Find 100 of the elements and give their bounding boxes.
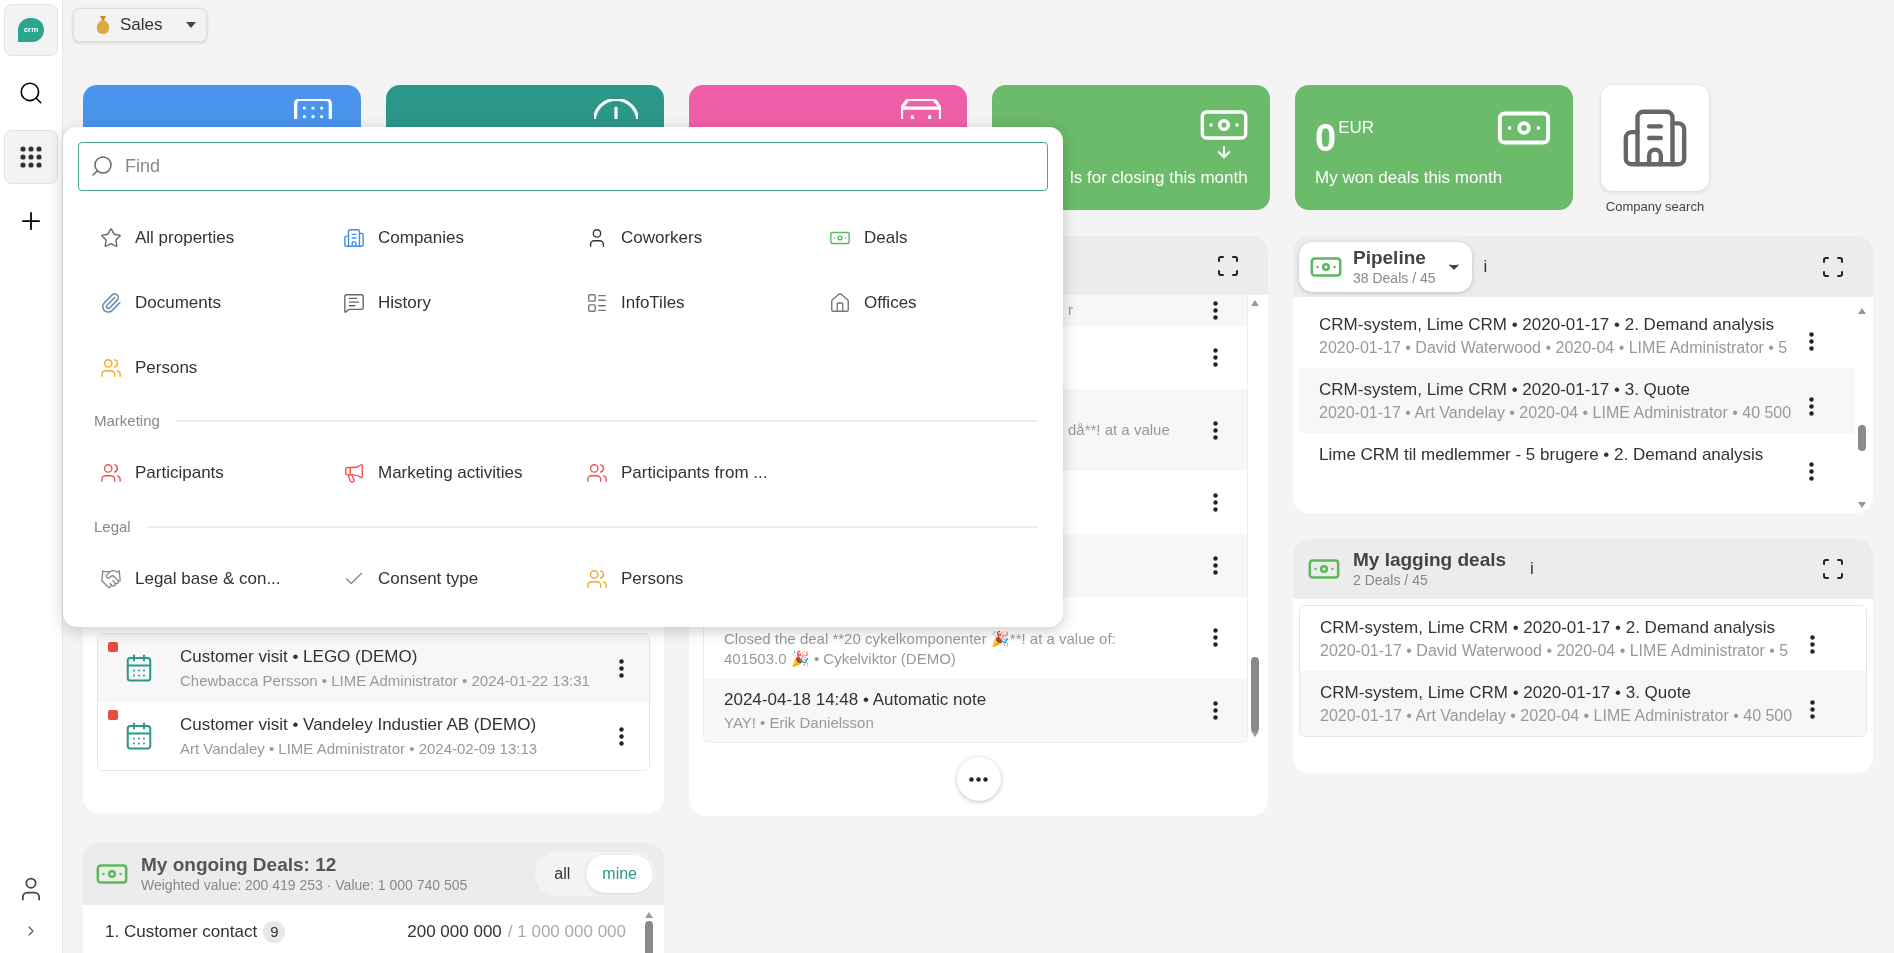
kebab-icon [1212, 301, 1218, 320]
panel-subtitle: Weighted value: 200 419 253 · Value: 1 000 740 505 [141, 877, 468, 895]
scrollbar-thumb[interactable] [1251, 657, 1259, 732]
kebab-icon [618, 726, 624, 746]
grid-icon [19, 145, 43, 169]
deal-row[interactable]: CRM-system, Lime CRM • 2020-01-17 • 3. Quote 2020-01-17 • Art Vandelay • 2020-04 • LIME Administrator • 40 500 [1300, 671, 1866, 736]
row-title: CRM-system, Lime CRM • 2020-01-17 • 2. Demand analysis [1320, 617, 1776, 639]
pipeline-dropdown[interactable]: Pipeline 38 Deals / 45 [1299, 241, 1472, 292]
info-label: i [1530, 558, 1534, 581]
menu-item[interactable]: Coworkers [564, 211, 807, 276]
caret-icon [184, 21, 197, 29]
kebab-icon [1212, 348, 1218, 367]
menu-item[interactable]: Companies [321, 211, 564, 276]
row-title: Customer visit • Vandeley Industier AB (DEMO) [180, 714, 538, 736]
filter-toggle[interactable]: mine [586, 855, 653, 893]
scrollbar-thumb[interactable] [645, 921, 653, 953]
row-title: CRM-system, Lime CRM • 2020-01-17 • 3. Quote [1319, 379, 1691, 401]
stage-label: 1. Customer contact [105, 921, 258, 943]
row-title: Lime CRM til medlemmer - 5 brugere • 2. Demand analysis [1319, 444, 1765, 466]
panel-title: My ongoing Deals: 12 [141, 853, 338, 878]
card-label: ls for closing this month [1070, 166, 1248, 189]
building-icon [343, 226, 365, 249]
row-title: CRM-system, Lime CRM • 2020-01-17 • 3. Quote [1320, 682, 1692, 704]
card-value: 0 [1315, 118, 1337, 157]
kebab-icon [1212, 556, 1218, 575]
kebab-icon [1808, 396, 1814, 416]
row-subtitle: Art Vandaley • LIME Administrator • 2024-02-09 13:13 [180, 738, 539, 759]
row-title: CRM-system, Lime CRM • 2020-01-17 • 2. Demand analysis [1319, 314, 1775, 336]
scroll-down-icon [1250, 730, 1260, 738]
row-subtitle: 2020-01-17 • Art Vandelay • 2020-04 • LIME Administrator • 40 500 [1320, 706, 1794, 726]
stage-value: 200 000 000 [407, 921, 502, 943]
message-icon [343, 291, 365, 314]
more-items-button[interactable] [956, 757, 1001, 801]
kebab-icon [1212, 420, 1218, 440]
row-subtitle: YAY! • Erik Danielsson [724, 713, 875, 733]
scrollbar-thumb[interactable] [1858, 425, 1866, 451]
row-subtitle: Chewbacca Persson • LIME Administrator • 2024-01-22 13:31 [180, 670, 591, 691]
fullscreen-icon [1216, 253, 1240, 278]
menu-item[interactable]: Documents [78, 276, 321, 341]
paperclip-icon [100, 291, 122, 314]
filter-toggle[interactable]: all [538, 855, 587, 893]
fullscreen-icon [1821, 557, 1845, 581]
ellipsis-icon [969, 776, 988, 782]
scroll-up-icon [1857, 307, 1867, 315]
calendar-icon [124, 653, 154, 683]
kebab-icon [618, 658, 624, 678]
kebab-icon [1809, 634, 1815, 654]
row-subtitle: 2020-01-17 • Art Vandelay • 2020-04 • LIME Administrator • 40 500 [1319, 403, 1793, 423]
menu-item[interactable]: Marketing activities [321, 446, 564, 512]
menu-item[interactable]: Participants [78, 446, 321, 512]
deal-count: 2 Deals / 45 [1353, 572, 1429, 590]
kebab-icon [1212, 701, 1218, 720]
menu-item[interactable]: Deals [807, 211, 1050, 276]
info-label: i [1483, 255, 1488, 278]
fullscreen-button[interactable] [1821, 557, 1845, 581]
panel-title: My lagging deals [1353, 548, 1507, 573]
list-icon [586, 291, 608, 314]
menu-item[interactable]: Offices [807, 276, 1050, 341]
kebab-icon [1212, 493, 1218, 512]
menu-item[interactable]: Legal base & con... [78, 552, 321, 617]
fullscreen-button[interactable] [1821, 254, 1845, 279]
kebab-icon [1808, 331, 1814, 351]
search-icon [18, 80, 44, 106]
history-row[interactable]: 2024-04-18 14:48 • Automatic note YAY! • Erik Danielsson [704, 679, 1247, 742]
card-label: My won deals this month [1315, 166, 1504, 189]
calendar-icon [124, 721, 154, 751]
fullscreen-button[interactable] [1216, 253, 1240, 278]
people-icon [100, 462, 122, 484]
menu-item[interactable]: Consent type [321, 552, 564, 617]
company-search-button[interactable] [1601, 85, 1709, 191]
menu-item[interactable]: History [321, 276, 564, 341]
view-selector[interactable]: Sales [73, 8, 207, 42]
house-icon [829, 291, 851, 314]
row-title: 2024-04-18 14:48 • Automatic note [724, 688, 988, 711]
megaphone-icon [343, 462, 365, 484]
kebab-icon [1212, 627, 1218, 647]
find-field[interactable]: Find [78, 142, 1048, 191]
row-subtitle: r [1068, 300, 1073, 321]
app-logo: crm [18, 18, 44, 42]
row-subtitle: då**! at a value [1068, 419, 1170, 440]
apps-button[interactable] [4, 130, 58, 184]
stage-total: / 1 000 000 000 [507, 921, 626, 943]
count-badge: 9 [263, 920, 286, 943]
card-unit: EUR [1338, 116, 1375, 139]
activity-row[interactable]: Customer visit • LEGO (DEMO) Chewbacca Persson • LIME Administrator • 2024-01-22 13:31 [98, 634, 649, 702]
people-icon [586, 462, 608, 484]
clock-icon [594, 99, 638, 119]
menu-item[interactable]: Persons [78, 341, 321, 406]
scroll-down-icon [1857, 501, 1867, 509]
row-subtitle: 2020-01-17 • David Waterwood • 2020-04 • LIME Administrator • 5 [1319, 338, 1789, 358]
menu-item[interactable]: InfoTiles [564, 276, 807, 341]
menu-item[interactable]: Participants from ... [564, 446, 807, 512]
kebab-icon [1809, 699, 1815, 719]
stage-row[interactable]: 1. Customer contact 9 200 000 000 / 1 000 000 000 [105, 919, 626, 945]
menu-item[interactable]: All properties [78, 211, 321, 276]
scroll-up-icon [1250, 299, 1260, 307]
deal-row[interactable]: CRM-system, Lime CRM • 2020-01-17 • 3. Quote 2020-01-17 • Art Vandelay • 2020-04 • LIME Administrator • 40 500 [1299, 368, 1855, 433]
money-bag-icon [94, 15, 112, 35]
section-heading: Legal [94, 516, 131, 537]
handshake-icon [100, 567, 122, 590]
